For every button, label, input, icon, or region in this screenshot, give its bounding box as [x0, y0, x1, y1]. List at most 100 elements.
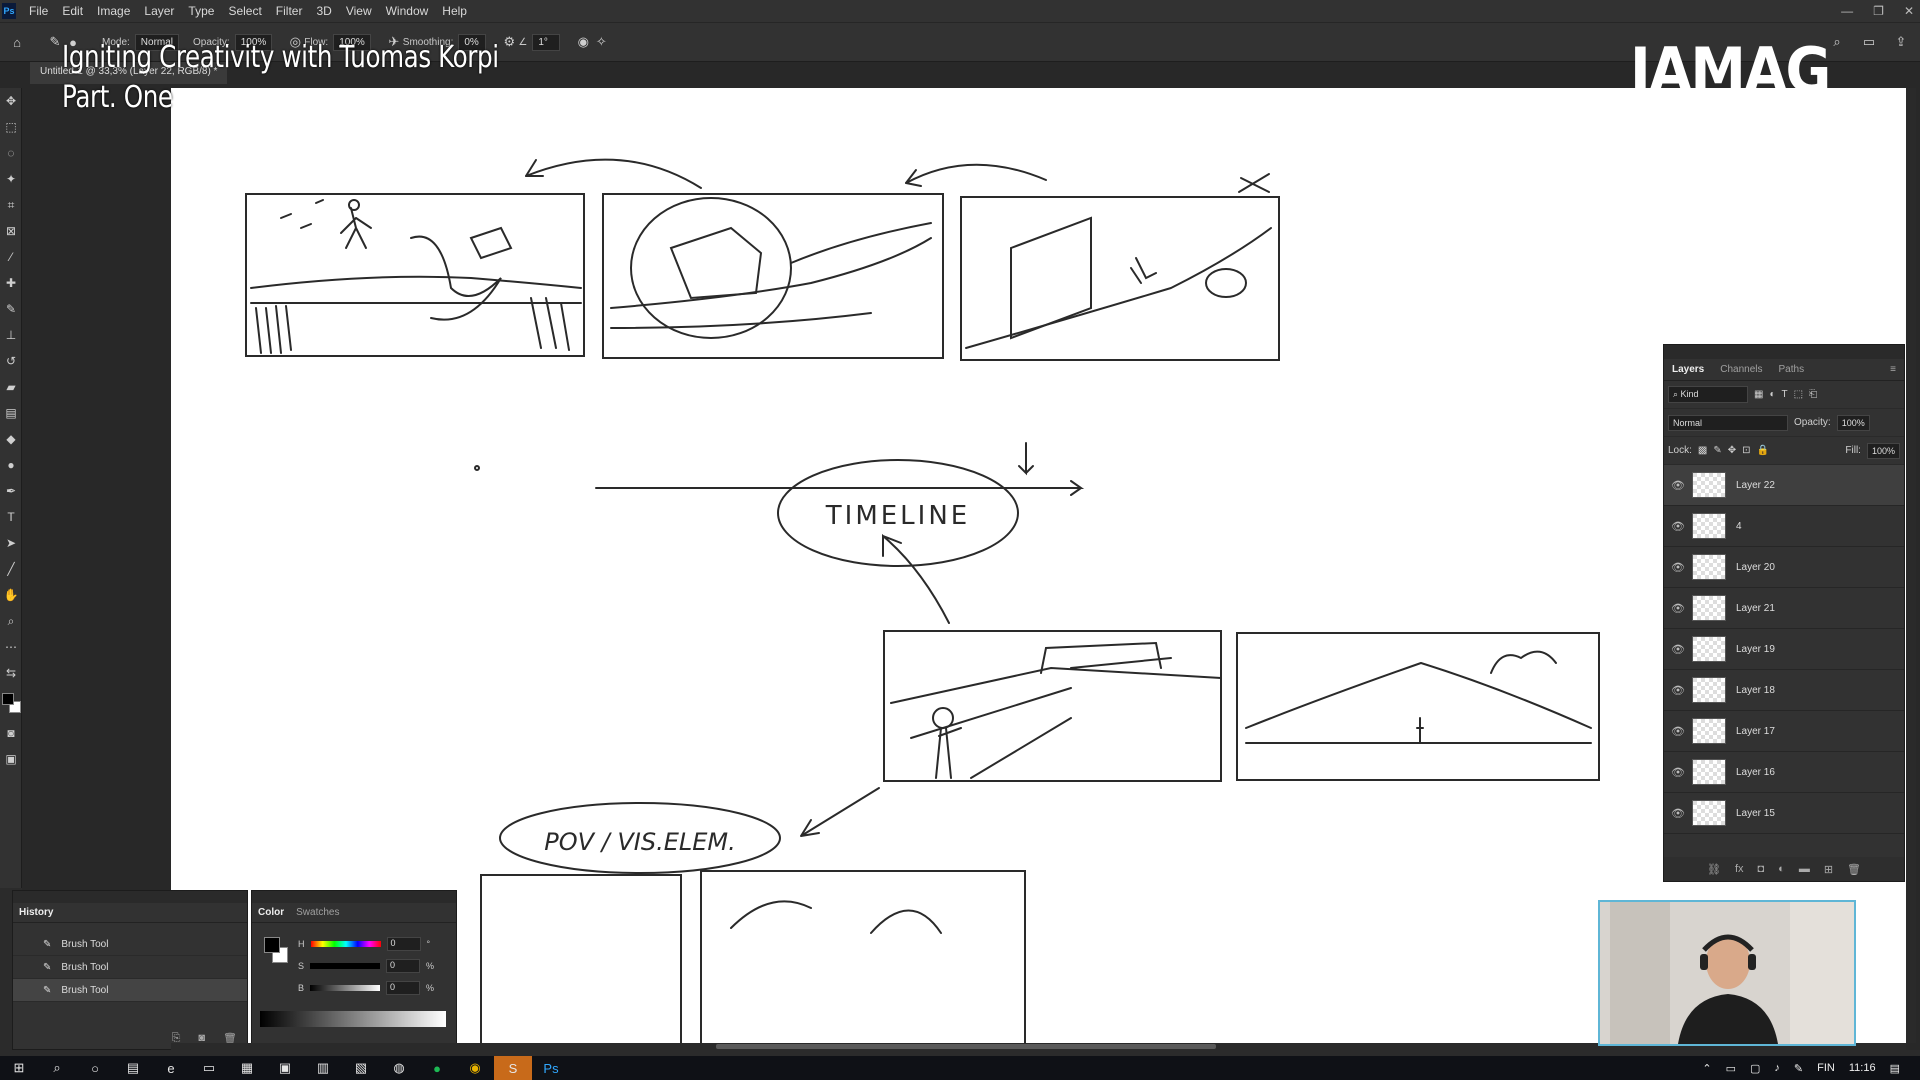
layer-row[interactable]: 👁 Layer 19: [1664, 629, 1904, 670]
saturation-slider[interactable]: [310, 963, 381, 969]
file-explorer-icon[interactable]: ▭: [190, 1056, 228, 1080]
symmetry-icon[interactable]: ✧: [592, 33, 610, 51]
brightness-slider[interactable]: [310, 985, 381, 991]
vertical-scrollbar[interactable]: [1906, 88, 1916, 1043]
blend-mode-select[interactable]: Normal: [1668, 414, 1788, 431]
visibility-eye-icon[interactable]: 👁: [1664, 766, 1692, 779]
brightness-value[interactable]: 0: [386, 981, 421, 995]
angle-control[interactable]: ∠ 1°: [518, 33, 561, 51]
color-swatch-pair[interactable]: [264, 937, 290, 965]
layer-row[interactable]: 👁 4: [1664, 506, 1904, 547]
cortana-icon[interactable]: ○: [76, 1056, 114, 1080]
visibility-eye-icon[interactable]: 👁: [1664, 602, 1692, 615]
close-icon[interactable]: ✕: [1904, 4, 1914, 18]
menu-layer[interactable]: Layer: [137, 4, 181, 18]
link-layers-icon[interactable]: ⛓: [1707, 863, 1721, 876]
angle-field[interactable]: 1°: [532, 33, 561, 51]
menu-view[interactable]: View: [339, 4, 379, 18]
layer-row[interactable]: 👁 Layer 16: [1664, 752, 1904, 793]
calculator-icon[interactable]: ▥: [304, 1056, 342, 1080]
foreground-color-swatch[interactable]: [2, 693, 14, 705]
lock-pixels-icon[interactable]: ✎: [1713, 445, 1721, 456]
pen-icon[interactable]: ✎: [1794, 1062, 1803, 1075]
edge-browser-icon[interactable]: e: [152, 1056, 190, 1080]
visibility-eye-icon[interactable]: 👁: [1664, 520, 1692, 533]
history-item[interactable]: ✎ Brush Tool: [13, 979, 247, 1002]
spotify-icon[interactable]: ●: [418, 1056, 456, 1080]
gear-icon[interactable]: ⚙: [500, 33, 518, 51]
menu-help[interactable]: Help: [435, 4, 474, 18]
layer-row[interactable]: 👁 Layer 18: [1664, 670, 1904, 711]
display-icon[interactable]: ▢: [1750, 1062, 1760, 1075]
crop-tool-icon[interactable]: ⌗: [0, 192, 22, 218]
volume-icon[interactable]: ♪: [1774, 1062, 1780, 1074]
eraser-tool-icon[interactable]: ▰: [0, 374, 22, 400]
restore-icon[interactable]: ❐: [1873, 4, 1884, 18]
add-mask-icon[interactable]: ◘: [1758, 863, 1765, 875]
stamp-tool-icon[interactable]: ⊥: [0, 322, 22, 348]
brush-tool-icon[interactable]: ✎: [0, 296, 22, 322]
layer-row[interactable]: 👁 Layer 21: [1664, 588, 1904, 629]
pressure-size-icon[interactable]: ◉: [574, 33, 592, 51]
search-icon[interactable]: ⌕: [1828, 33, 1846, 51]
photoshop-taskbar-icon[interactable]: Ps: [532, 1056, 570, 1080]
visibility-eye-icon[interactable]: 👁: [1664, 725, 1692, 738]
menu-edit[interactable]: Edit: [55, 4, 90, 18]
swap-colors-icon[interactable]: ⇆: [0, 660, 22, 686]
color-swatches[interactable]: [0, 686, 22, 720]
tab-channels[interactable]: Channels: [1712, 364, 1770, 375]
dodge-tool-icon[interactable]: ●: [0, 452, 22, 478]
line-tool-icon[interactable]: ╱: [0, 556, 22, 582]
foreground-color-swatch[interactable]: [264, 937, 280, 953]
healing-brush-tool-icon[interactable]: ✚: [0, 270, 22, 296]
eyedropper-tool-icon[interactable]: ⁄: [0, 244, 22, 270]
layer-row[interactable]: 👁 Layer 15: [1664, 793, 1904, 834]
frame-tool-icon[interactable]: ⊠: [0, 218, 22, 244]
home-icon[interactable]: ⌂: [8, 33, 26, 51]
fill-field[interactable]: 100%: [1866, 442, 1900, 459]
new-group-icon[interactable]: ▬: [1799, 863, 1810, 875]
workspace-icon[interactable]: ▭: [1860, 33, 1878, 51]
filter-smart-object-icon[interactable]: ⎗: [1809, 389, 1817, 400]
menu-image[interactable]: Image: [90, 4, 137, 18]
blur-tool-icon[interactable]: ◆: [0, 426, 22, 452]
search-icon[interactable]: ⌕: [38, 1056, 76, 1080]
quick-mask-icon[interactable]: ◙: [0, 720, 22, 746]
minimize-icon[interactable]: —: [1841, 4, 1853, 18]
zoom-tool-icon[interactable]: ⌕: [0, 608, 22, 634]
layer-row[interactable]: 👁 Layer 20: [1664, 547, 1904, 588]
hue-slider-row[interactable]: H 0 °: [298, 937, 430, 951]
menu-window[interactable]: Window: [379, 4, 436, 18]
chrome-icon[interactable]: ◉: [456, 1056, 494, 1080]
tab-history[interactable]: History: [19, 907, 53, 918]
visibility-eye-icon[interactable]: 👁: [1664, 561, 1692, 574]
history-item[interactable]: ✎ Brush Tool: [13, 933, 247, 956]
tab-swatches[interactable]: Swatches: [296, 907, 339, 918]
visibility-eye-icon[interactable]: 👁: [1664, 807, 1692, 820]
magic-wand-tool-icon[interactable]: ✦: [0, 166, 22, 192]
panel-menu-icon[interactable]: ≡: [1890, 364, 1896, 375]
tab-color[interactable]: Color: [258, 907, 284, 918]
tab-paths[interactable]: Paths: [1771, 364, 1813, 375]
history-panel-header[interactable]: [13, 891, 247, 903]
brightness-slider-row[interactable]: B 0 %: [298, 981, 434, 995]
pen-tool-icon[interactable]: ✒: [0, 478, 22, 504]
tab-layers[interactable]: Layers: [1664, 364, 1712, 375]
layer-row[interactable]: 👁 Layer 22: [1664, 465, 1904, 506]
history-item[interactable]: ✎ Brush Tool: [13, 956, 247, 979]
store-icon[interactable]: ▦: [228, 1056, 266, 1080]
media-app-icon[interactable]: ▣: [266, 1056, 304, 1080]
history-brush-tool-icon[interactable]: ↺: [0, 348, 22, 374]
menu-select[interactable]: Select: [221, 4, 268, 18]
visibility-eye-icon[interactable]: 👁: [1664, 479, 1692, 492]
lock-position-icon[interactable]: ✥: [1728, 445, 1736, 456]
task-view-icon[interactable]: ▤: [114, 1056, 152, 1080]
language-indicator[interactable]: FIN: [1817, 1062, 1835, 1074]
saturation-slider-row[interactable]: S 0 %: [298, 959, 434, 973]
filter-type-icon[interactable]: T: [1782, 389, 1788, 400]
tray-chevron-icon[interactable]: ⌃: [1702, 1062, 1711, 1075]
layers-panel-header[interactable]: [1664, 345, 1904, 359]
lasso-tool-icon[interactable]: ◌: [0, 140, 22, 166]
new-layer-icon[interactable]: ⊞: [1824, 863, 1833, 876]
adjustment-layer-icon[interactable]: ◐: [1778, 863, 1785, 875]
